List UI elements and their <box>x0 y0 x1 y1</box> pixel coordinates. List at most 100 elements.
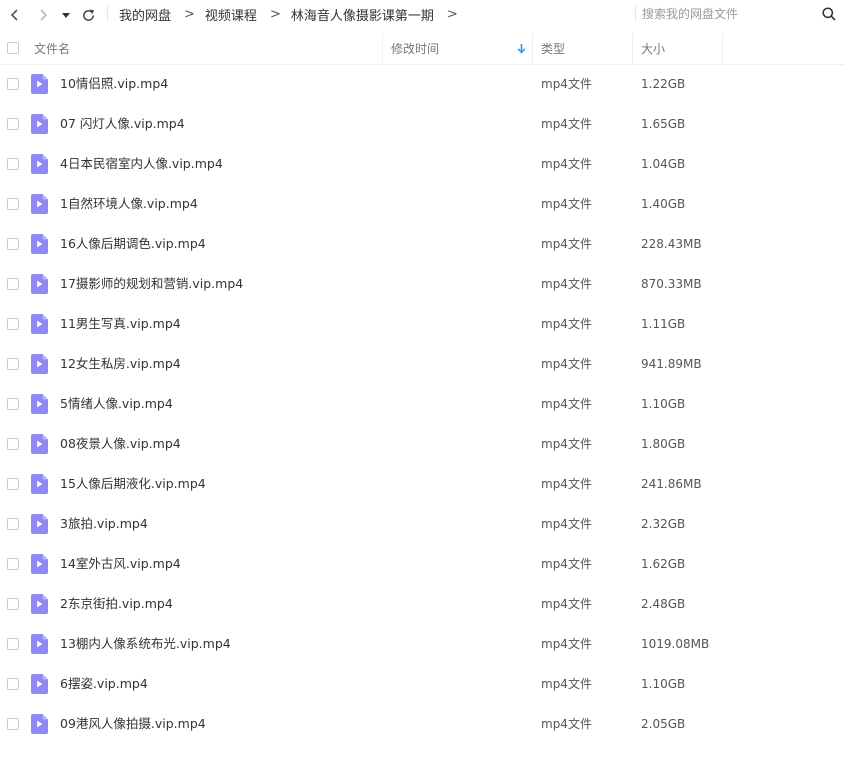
file-name[interactable]: 13棚内人像系统布光.vip.mp4 <box>60 624 231 664</box>
row-checkbox[interactable] <box>7 198 19 210</box>
file-row[interactable]: 09港风人像拍摄.vip.mp4 mp4文件 2.05GB <box>0 704 844 744</box>
file-row[interactable]: 2东京街拍.vip.mp4 mp4文件 2.48GB <box>0 584 844 624</box>
breadcrumb-item-video-courses[interactable]: 视频课程 <box>205 5 257 24</box>
file-row[interactable]: 1自然环境人像.vip.mp4 mp4文件 1.40GB <box>0 184 844 224</box>
file-row[interactable]: 4日本民宿室内人像.vip.mp4 mp4文件 1.04GB <box>0 144 844 184</box>
file-name[interactable]: 1自然环境人像.vip.mp4 <box>60 184 198 224</box>
file-name[interactable]: 3旅拍.vip.mp4 <box>60 504 148 544</box>
file-size: 2.48GB <box>641 597 686 611</box>
row-checkbox[interactable] <box>7 518 19 530</box>
file-type: mp4文件 <box>541 117 592 131</box>
breadcrumb-item-root[interactable]: 我的网盘 <box>119 5 171 24</box>
file-row[interactable]: 11男生写真.vip.mp4 mp4文件 1.11GB <box>0 304 844 344</box>
row-checkbox[interactable] <box>7 118 19 130</box>
file-name[interactable]: 14室外古风.vip.mp4 <box>60 544 181 584</box>
row-checkbox[interactable] <box>7 398 19 410</box>
row-checkbox[interactable] <box>7 598 19 610</box>
file-name[interactable]: 08夜景人像.vip.mp4 <box>60 424 181 464</box>
file-row[interactable]: 17摄影师的规划和营销.vip.mp4 mp4文件 870.33MB <box>0 264 844 304</box>
video-file-icon <box>31 554 48 574</box>
file-type: mp4文件 <box>541 477 592 491</box>
history-dropdown-button[interactable] <box>57 4 75 26</box>
column-header-name[interactable]: 文件名 <box>34 33 382 64</box>
file-name[interactable]: 12女生私房.vip.mp4 <box>60 344 181 384</box>
file-name[interactable]: 15人像后期液化.vip.mp4 <box>60 464 206 504</box>
file-row[interactable]: 15人像后期液化.vip.mp4 mp4文件 241.86MB <box>0 464 844 504</box>
file-row[interactable]: 10情侣照.vip.mp4 mp4文件 1.22GB <box>0 64 844 104</box>
file-row[interactable]: 08夜景人像.vip.mp4 mp4文件 1.80GB <box>0 424 844 464</box>
row-checkbox[interactable] <box>7 358 19 370</box>
video-file-icon <box>31 274 48 294</box>
column-divider[interactable] <box>532 33 533 64</box>
breadcrumb-separator[interactable]: > <box>447 7 458 22</box>
column-header-size-label: 大小 <box>641 42 666 56</box>
row-checkbox[interactable] <box>7 318 19 330</box>
chevron-left-icon <box>10 9 18 21</box>
forward-button[interactable] <box>32 4 54 26</box>
file-name[interactable]: 5情绪人像.vip.mp4 <box>60 384 173 424</box>
file-name[interactable]: 11男生写真.vip.mp4 <box>60 304 181 344</box>
file-type: mp4文件 <box>541 557 592 571</box>
column-divider[interactable] <box>722 33 723 64</box>
top-toolbar: 我的网盘 > 视频课程 > 林海音人像摄影课第一期 > <box>0 0 844 29</box>
file-name[interactable]: 6摆姿.vip.mp4 <box>60 664 148 704</box>
back-button[interactable] <box>4 4 26 26</box>
row-checkbox[interactable] <box>7 158 19 170</box>
file-row[interactable]: 5情绪人像.vip.mp4 mp4文件 1.10GB <box>0 384 844 424</box>
sort-arrow-down-icon <box>517 44 526 54</box>
search-input[interactable] <box>642 5 812 23</box>
row-checkbox[interactable] <box>7 478 19 490</box>
video-file-icon <box>31 714 48 734</box>
column-divider[interactable] <box>382 33 383 64</box>
column-divider[interactable] <box>632 33 633 64</box>
row-checkbox[interactable] <box>7 678 19 690</box>
toolbar-divider <box>107 6 108 22</box>
breadcrumb-item-current-folder[interactable]: 林海音人像摄影课第一期 <box>291 5 434 24</box>
file-row[interactable]: 16人像后期调色.vip.mp4 mp4文件 228.43MB <box>0 224 844 264</box>
file-type: mp4文件 <box>541 517 592 531</box>
video-file-icon <box>31 594 48 614</box>
file-name[interactable]: 07 闪灯人像.vip.mp4 <box>60 104 185 144</box>
file-list-header: 文件名 修改时间 类型 大小 <box>0 33 844 65</box>
file-size: 1.65GB <box>641 117 686 131</box>
column-header-type[interactable]: 类型 <box>541 33 631 64</box>
refresh-icon <box>82 8 94 21</box>
video-file-icon <box>31 434 48 454</box>
row-checkbox[interactable] <box>7 558 19 570</box>
file-size: 1.04GB <box>641 157 686 171</box>
file-size: 1.62GB <box>641 557 686 571</box>
row-checkbox[interactable] <box>7 278 19 290</box>
file-row[interactable]: 6摆姿.vip.mp4 mp4文件 1.10GB <box>0 664 844 704</box>
file-name[interactable]: 4日本民宿室内人像.vip.mp4 <box>60 144 223 184</box>
video-file-icon <box>31 354 48 374</box>
file-row[interactable]: 3旅拍.vip.mp4 mp4文件 2.32GB <box>0 504 844 544</box>
file-type: mp4文件 <box>541 437 592 451</box>
row-checkbox[interactable] <box>7 718 19 730</box>
row-checkbox[interactable] <box>7 238 19 250</box>
search-icon[interactable] <box>821 6 837 22</box>
refresh-button[interactable] <box>77 4 99 26</box>
file-name[interactable]: 17摄影师的规划和营销.vip.mp4 <box>60 264 243 304</box>
search-box <box>635 0 844 29</box>
file-type: mp4文件 <box>541 397 592 411</box>
file-type: mp4文件 <box>541 677 592 691</box>
file-name[interactable]: 2东京街拍.vip.mp4 <box>60 584 173 624</box>
file-name[interactable]: 16人像后期调色.vip.mp4 <box>60 224 206 264</box>
file-size: 241.86MB <box>641 477 702 491</box>
file-row[interactable]: 07 闪灯人像.vip.mp4 mp4文件 1.65GB <box>0 104 844 144</box>
file-name[interactable]: 09港风人像拍摄.vip.mp4 <box>60 704 206 744</box>
column-header-modified[interactable]: 修改时间 <box>391 33 531 64</box>
select-all-checkbox[interactable] <box>7 42 19 54</box>
column-header-size[interactable]: 大小 <box>641 33 721 64</box>
video-file-icon <box>31 394 48 414</box>
file-name[interactable]: 10情侣照.vip.mp4 <box>60 64 168 104</box>
video-file-icon <box>31 194 48 214</box>
row-checkbox[interactable] <box>7 438 19 450</box>
file-row[interactable]: 13棚内人像系统布光.vip.mp4 mp4文件 1019.08MB <box>0 624 844 664</box>
file-row[interactable]: 14室外古风.vip.mp4 mp4文件 1.62GB <box>0 544 844 584</box>
file-row[interactable]: 12女生私房.vip.mp4 mp4文件 941.89MB <box>0 344 844 384</box>
caret-down-icon <box>62 13 70 18</box>
column-header-modified-label: 修改时间 <box>391 42 440 56</box>
row-checkbox[interactable] <box>7 638 19 650</box>
row-checkbox[interactable] <box>7 78 19 90</box>
